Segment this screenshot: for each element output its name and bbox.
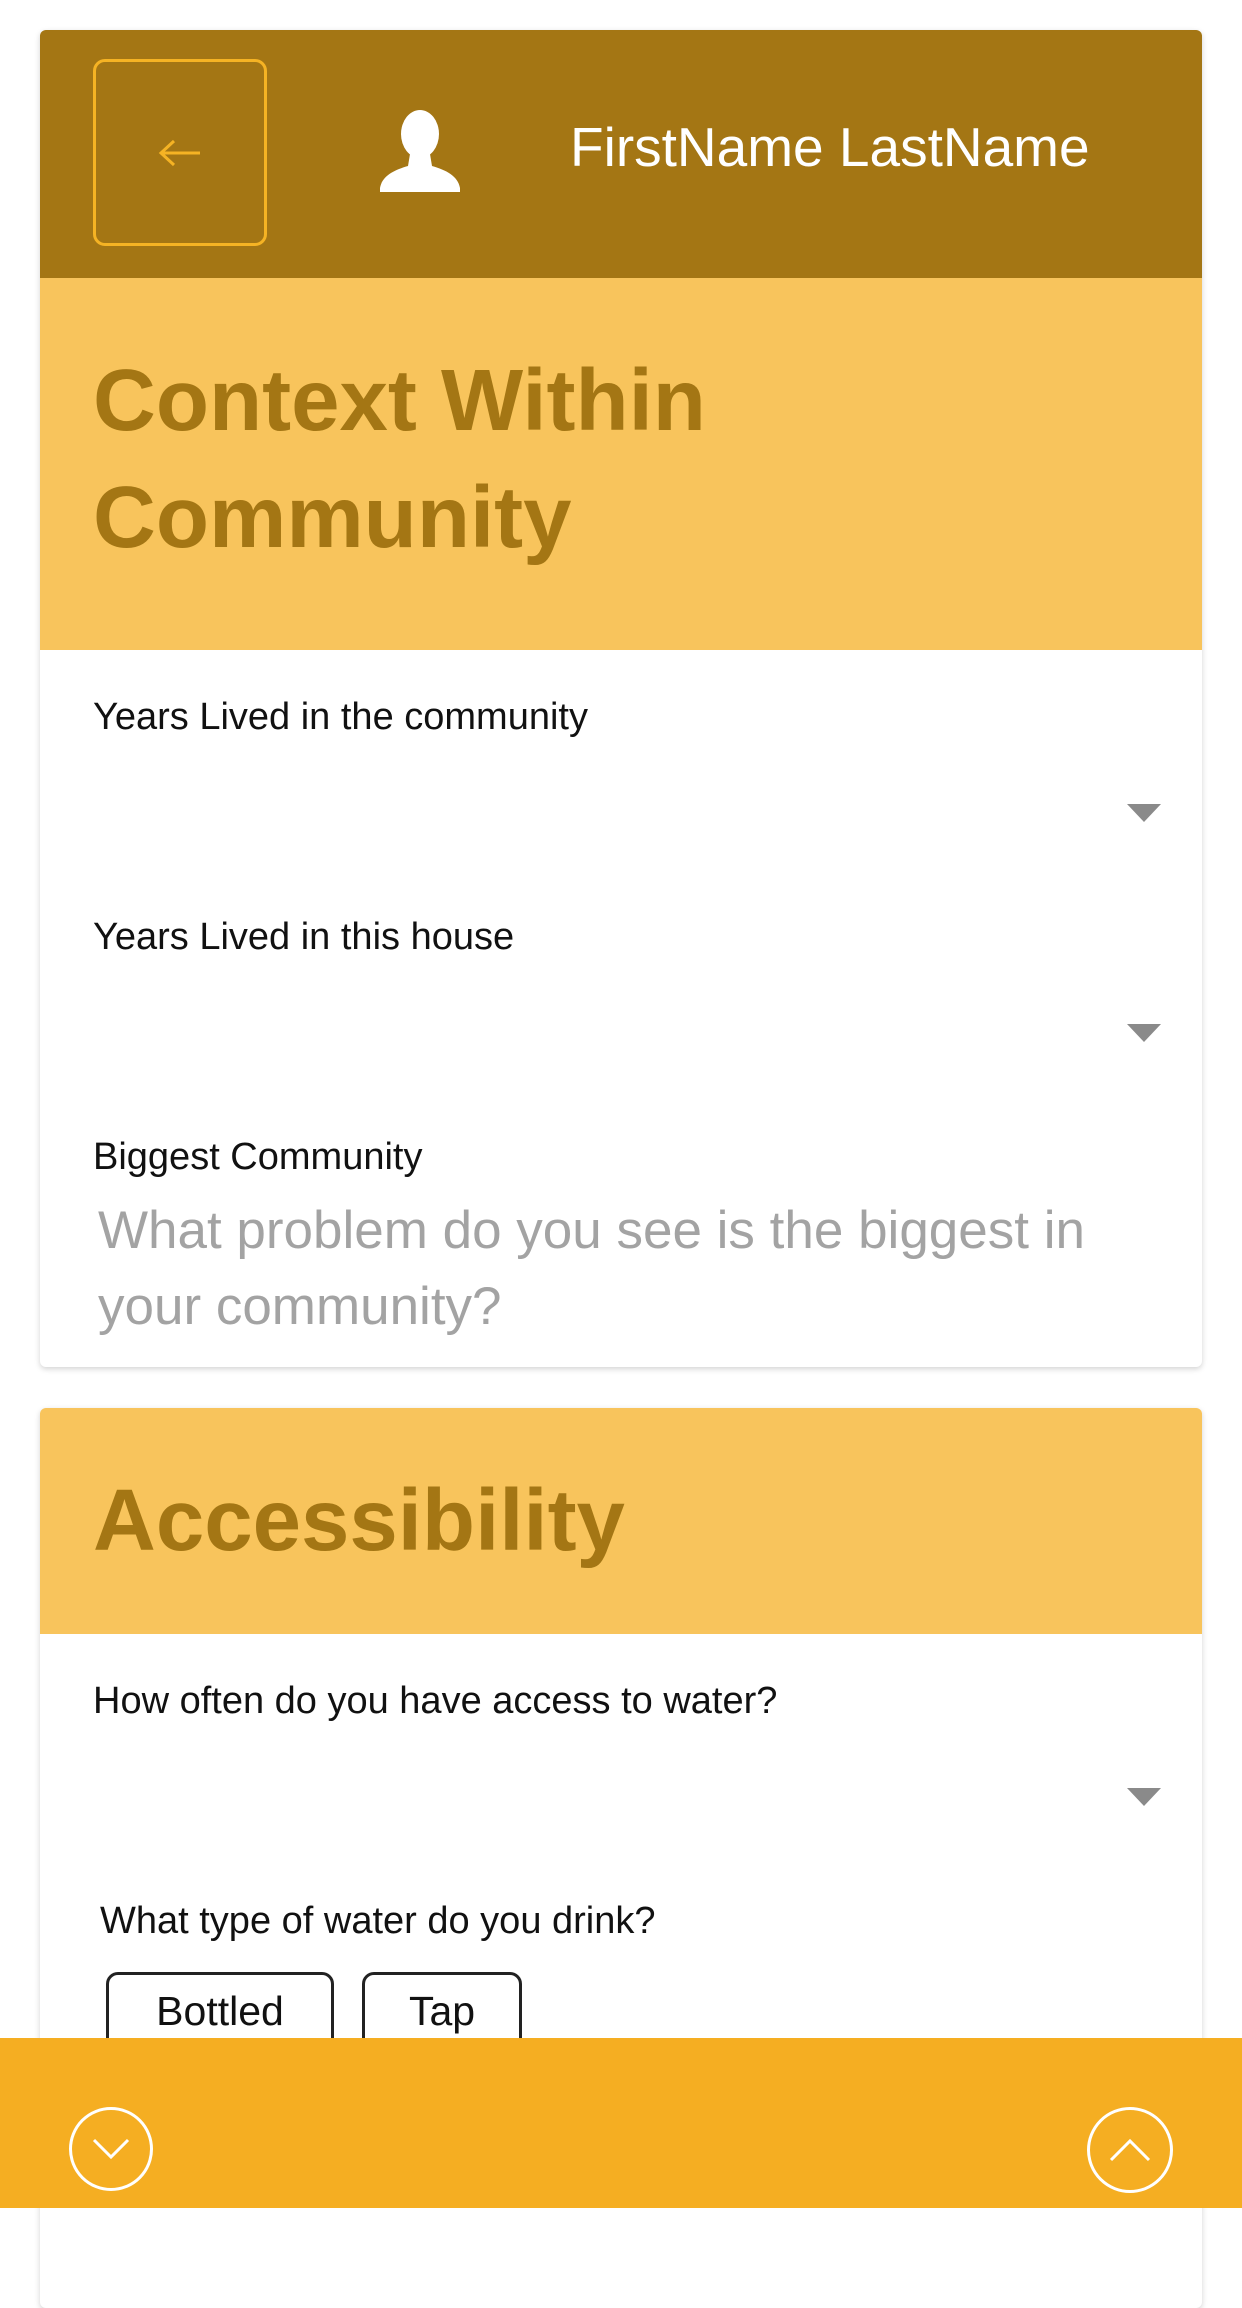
arrow-left-icon — [158, 139, 200, 166]
accessibility-section-header: Accessibility — [40, 1408, 1202, 1634]
context-card: FirstName LastName Context Within Commun… — [40, 30, 1202, 1367]
years-community-dropdown[interactable] — [93, 770, 1173, 860]
user-silhouette-icon — [380, 110, 460, 192]
dropdown-caret-icon — [1127, 1024, 1161, 1042]
chevron-up-circle-icon — [1109, 2138, 1151, 2162]
context-title-line1: Context Within — [93, 352, 706, 449]
years-community-label: Years Lived in the community — [93, 696, 588, 738]
user-name: FirstName LastName — [570, 116, 1090, 178]
back-button[interactable] — [93, 59, 267, 246]
bottom-nav-bar — [0, 2038, 1242, 2208]
years-house-dropdown[interactable] — [93, 990, 1173, 1080]
chevron-down-circle-icon — [92, 2138, 130, 2160]
context-section-header: Context Within Community — [40, 278, 1202, 650]
scroll-up-button[interactable] — [1087, 2107, 1173, 2193]
water-access-label: How often do you have access to water? — [93, 1680, 778, 1722]
accessibility-title: Accessibility — [93, 1472, 625, 1569]
dropdown-caret-icon — [1127, 804, 1161, 822]
years-house-label: Years Lived in this house — [93, 916, 515, 958]
biggest-community-label: Biggest Community — [93, 1136, 423, 1178]
dropdown-caret-icon — [1127, 1788, 1161, 1806]
scroll-down-button[interactable] — [69, 2107, 153, 2191]
context-title-line2: Community — [93, 469, 572, 566]
profile-header: FirstName LastName — [40, 30, 1202, 278]
water-type-label: What type of water do you drink? — [100, 1900, 656, 1942]
water-access-dropdown[interactable] — [93, 1754, 1173, 1844]
biggest-community-textarea[interactable]: What problem do you see is the biggest i… — [98, 1193, 1158, 1345]
